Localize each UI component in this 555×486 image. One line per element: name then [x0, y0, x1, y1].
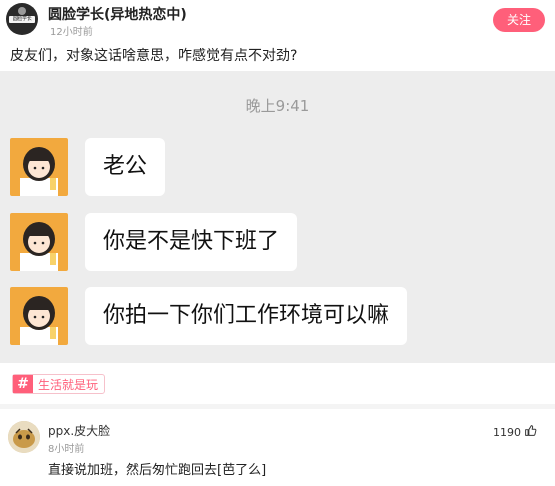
- girl-avatar-icon: [10, 138, 68, 196]
- commenter-name[interactable]: ppx.皮大脸: [48, 422, 110, 439]
- hashtag-icon: #: [13, 375, 33, 393]
- chat-bubble: 你拍一下你们工作环境可以嘛: [85, 287, 408, 345]
- follow-button[interactable]: 关注: [493, 8, 545, 32]
- comment-like-button[interactable]: 1190: [493, 424, 537, 440]
- chat-time-label: 晚上9:41: [245, 97, 310, 115]
- post-header: 圆脸学长 圆脸学长(异地热恋中) 12小时前 关注: [0, 0, 555, 40]
- post-text: 皮友们，对象这话啥意思，咋感觉有点不对劲?: [10, 48, 298, 64]
- post-time: 12小时前: [50, 27, 93, 38]
- avatar-logo-text: 圆脸学长: [9, 16, 35, 23]
- author-name[interactable]: 圆脸学长(异地热恋中): [48, 4, 187, 24]
- topic-tag-label: 生活就是玩: [38, 377, 99, 392]
- girl-avatar-icon: [10, 213, 68, 271]
- chat-screenshot[interactable]: 晚上9:41 老公 你是不是快下班了 你拍一下你们工作环境可以嘛: [0, 71, 555, 363]
- thumbs-up-icon: [524, 424, 537, 440]
- chat-bubble: 你是不是快下班了: [85, 213, 298, 271]
- topic-tag[interactable]: # 生活就是玩: [12, 374, 106, 394]
- section-divider: [0, 404, 555, 409]
- commenter-avatar[interactable]: [8, 421, 40, 453]
- comment-text: 直接说加班，然后匆忙跑回去[芭了么]: [48, 463, 267, 478]
- girl-avatar-icon: [10, 287, 68, 345]
- chat-bubble: 老公: [85, 138, 166, 196]
- comment-time: 8小时前: [48, 444, 85, 455]
- avatar-emblem-icon: [18, 7, 26, 15]
- author-avatar[interactable]: 圆脸学长: [6, 3, 38, 35]
- like-count: 1190: [493, 425, 521, 439]
